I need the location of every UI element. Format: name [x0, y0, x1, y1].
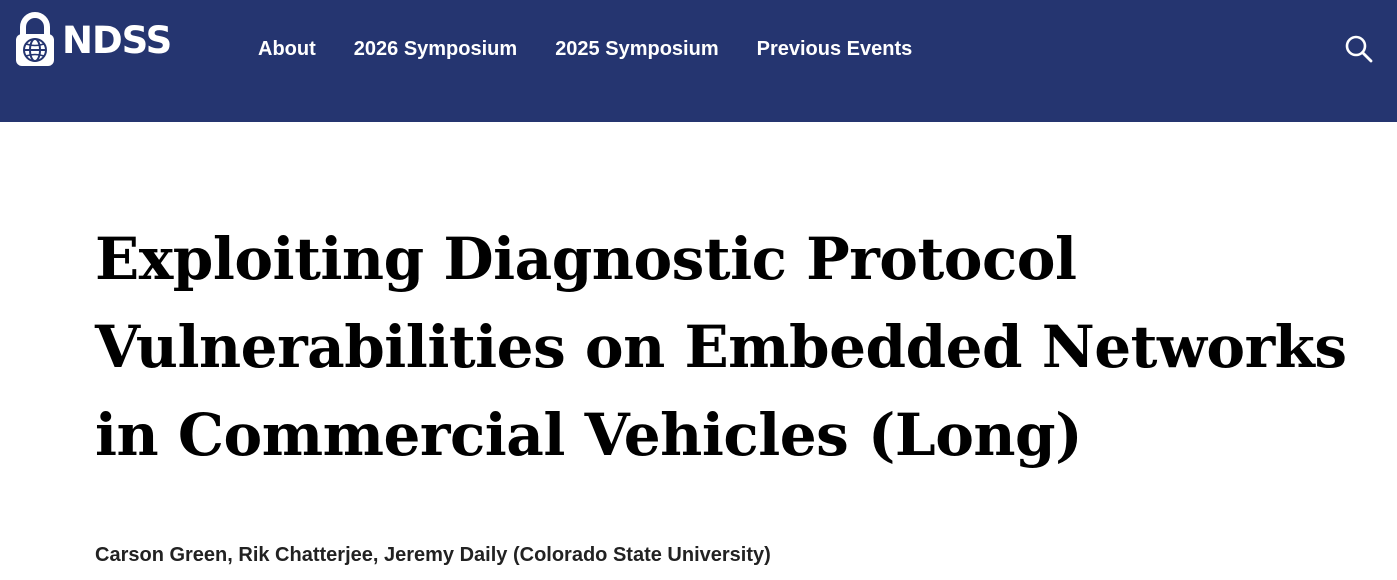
lock-globe-icon — [14, 12, 56, 68]
nav-2026-symposium[interactable]: 2026 Symposium — [354, 38, 517, 61]
nav-2025-symposium[interactable]: 2025 Symposium — [555, 38, 718, 61]
paper-title: Exploiting Diagnostic Protocol Vulnerabi… — [95, 225, 1347, 469]
ndss-logo[interactable]: NDSS — [14, 10, 172, 70]
nav-about[interactable]: About — [258, 38, 316, 61]
logo-text: NDSS — [62, 18, 172, 62]
main-nav: About 2026 Symposium 2025 Symposium Prev… — [258, 36, 950, 62]
search-icon — [1344, 35, 1374, 68]
site-header: NDSS About 2026 Symposium 2025 Symposium… — [0, 0, 1397, 122]
search-button[interactable] — [1344, 34, 1374, 64]
paper-authors: Carson Green, Rik Chatterjee, Jeremy Dai… — [95, 544, 771, 566]
nav-previous-events[interactable]: Previous Events — [757, 38, 913, 61]
